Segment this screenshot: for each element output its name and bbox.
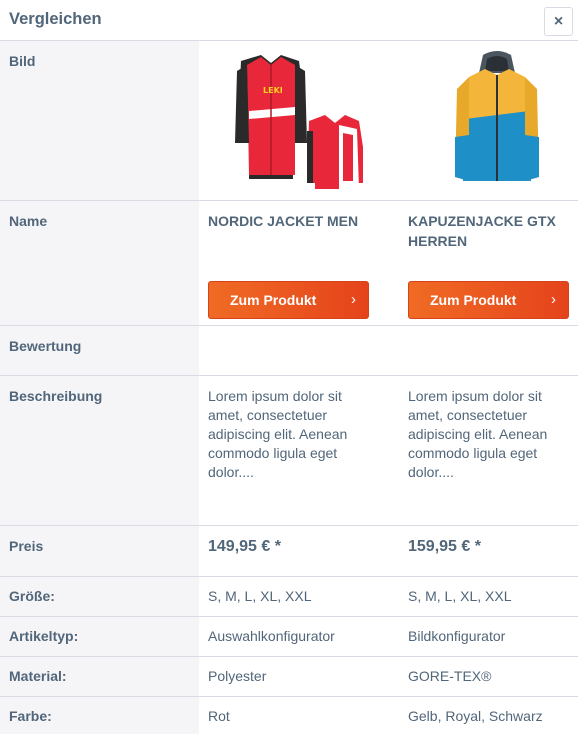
product-groesse-2: S, M, L, XL, XXL: [408, 588, 512, 604]
product-artikeltyp-1: Auswahlkonfigurator: [208, 628, 335, 644]
modal-header: Vergleichen ×: [0, 0, 578, 41]
product-image-kapuzenjacke[interactable]: [447, 49, 547, 194]
product-price-2: 159,95 € *: [408, 538, 481, 555]
label-beschreibung: Beschreibung: [9, 388, 103, 404]
row-name: Name NORDIC JACKET MEN KAPUZENJACKE GTX …: [0, 201, 578, 326]
product-farbe-2: Gelb, Royal, Schwarz: [408, 708, 543, 724]
row-bild: Bild LEKI: [0, 41, 578, 201]
row-preis: Preis 149,95 € * 159,95 € *: [0, 526, 578, 577]
label-farbe: Farbe:: [9, 708, 52, 724]
row-groesse: Größe: S, M, L, XL, XXL S, M, L, XL, XXL: [0, 577, 578, 617]
product-farbe-1: Rot: [208, 708, 230, 724]
product-name-1[interactable]: NORDIC JACKET MEN: [208, 212, 383, 232]
zum-produkt-button-2[interactable]: Zum Produkt ›: [408, 281, 569, 319]
row-bewertung: Bewertung: [0, 326, 578, 376]
product-artikeltyp-2: Bildkonfigurator: [408, 628, 506, 644]
label-bild: Bild: [9, 53, 36, 69]
chevron-right-icon: ›: [351, 291, 356, 308]
modal-title: Vergleichen: [9, 10, 102, 28]
product-material-1: Polyester: [208, 668, 267, 684]
close-button[interactable]: ×: [544, 7, 573, 36]
label-artikeltyp: Artikeltyp:: [9, 628, 79, 644]
product-material-2: GORE-TEX®: [408, 668, 492, 684]
product-description-1: Lorem ipsum dolor sit amet, consectetuer…: [208, 388, 348, 480]
label-bewertung: Bewertung: [9, 338, 82, 354]
row-beschreibung: Beschreibung Lorem ipsum dolor sit amet,…: [0, 376, 578, 526]
zum-produkt-button-1[interactable]: Zum Produkt ›: [208, 281, 369, 319]
label-material: Material:: [9, 668, 67, 684]
product-image-nordic-jacket[interactable]: LEKI: [227, 51, 367, 191]
label-name: Name: [9, 213, 48, 229]
close-icon: ×: [553, 12, 564, 30]
product-groesse-1: S, M, L, XL, XXL: [208, 588, 312, 604]
product-price-1: 149,95 € *: [208, 538, 281, 555]
row-artikeltyp: Artikeltyp: Auswahlkonfigurator Bildkonf…: [0, 617, 578, 657]
row-material: Material: Polyester GORE-TEX®: [0, 657, 578, 697]
chevron-right-icon: ›: [551, 291, 556, 308]
label-preis: Preis: [9, 538, 44, 554]
row-farbe: Farbe: Rot Gelb, Royal, Schwarz: [0, 697, 578, 734]
label-groesse: Größe:: [9, 588, 55, 604]
jacket-logo-text: LEKI: [263, 86, 283, 95]
product-name-2[interactable]: KAPUZENJACKE GTX HERREN: [408, 212, 568, 251]
product-description-2: Lorem ipsum dolor sit amet, consectetuer…: [408, 388, 548, 480]
